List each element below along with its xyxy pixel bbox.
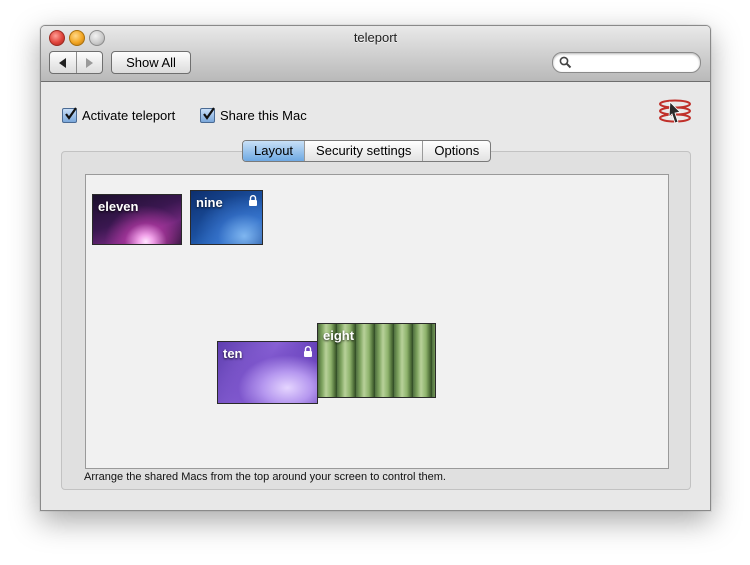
share-mac-checkbox[interactable]: Share this Mac	[200, 106, 307, 123]
share-mac-label: Share this Mac	[220, 107, 307, 123]
mac-thumbnail-ten[interactable]: ten	[217, 341, 318, 404]
activate-checkbox-box[interactable]	[62, 106, 77, 123]
teleport-app-icon	[659, 99, 691, 124]
checkmark-icon	[203, 106, 215, 120]
mac-thumbnail-eleven[interactable]: eleven	[92, 194, 182, 245]
share-checkbox-box[interactable]	[200, 106, 215, 123]
tab-security-settings[interactable]: Security settings	[304, 141, 422, 161]
forward-arrow-icon	[85, 57, 93, 68]
search-icon	[559, 56, 572, 69]
tab-bar: Layout Security settings Options	[242, 140, 492, 162]
back-button[interactable]	[50, 52, 76, 73]
mac-name: ten	[223, 346, 243, 361]
tab-options[interactable]: Options	[422, 141, 490, 161]
mac-name: eleven	[98, 199, 139, 214]
mac-thumbnail-nine[interactable]: nine	[190, 190, 263, 245]
lock-icon	[249, 195, 257, 206]
help-text: Arrange the shared Macs from the top aro…	[84, 471, 446, 483]
search-input[interactable]	[575, 55, 697, 71]
checkmark-icon	[65, 106, 77, 120]
activate-teleport-checkbox[interactable]: Activate teleport	[62, 106, 176, 123]
show-all-button[interactable]: Show All	[111, 51, 191, 74]
mac-thumbnail-eight[interactable]: eight	[317, 323, 436, 398]
activate-teleport-label: Activate teleport	[82, 107, 176, 123]
tab-layout[interactable]: Layout	[243, 141, 305, 161]
preferences-window: teleport Show All Activate teleport Shar…	[40, 25, 711, 511]
lock-icon	[304, 346, 312, 357]
forward-button[interactable]	[75, 52, 103, 73]
search-field[interactable]	[552, 52, 701, 73]
mac-name: eight	[323, 328, 355, 343]
window-title: teleport	[353, 30, 398, 45]
mac-name: nine	[196, 195, 223, 210]
back-arrow-icon	[59, 57, 67, 68]
back-forward-group	[49, 51, 103, 74]
title-bar: teleport Show All	[41, 26, 710, 82]
